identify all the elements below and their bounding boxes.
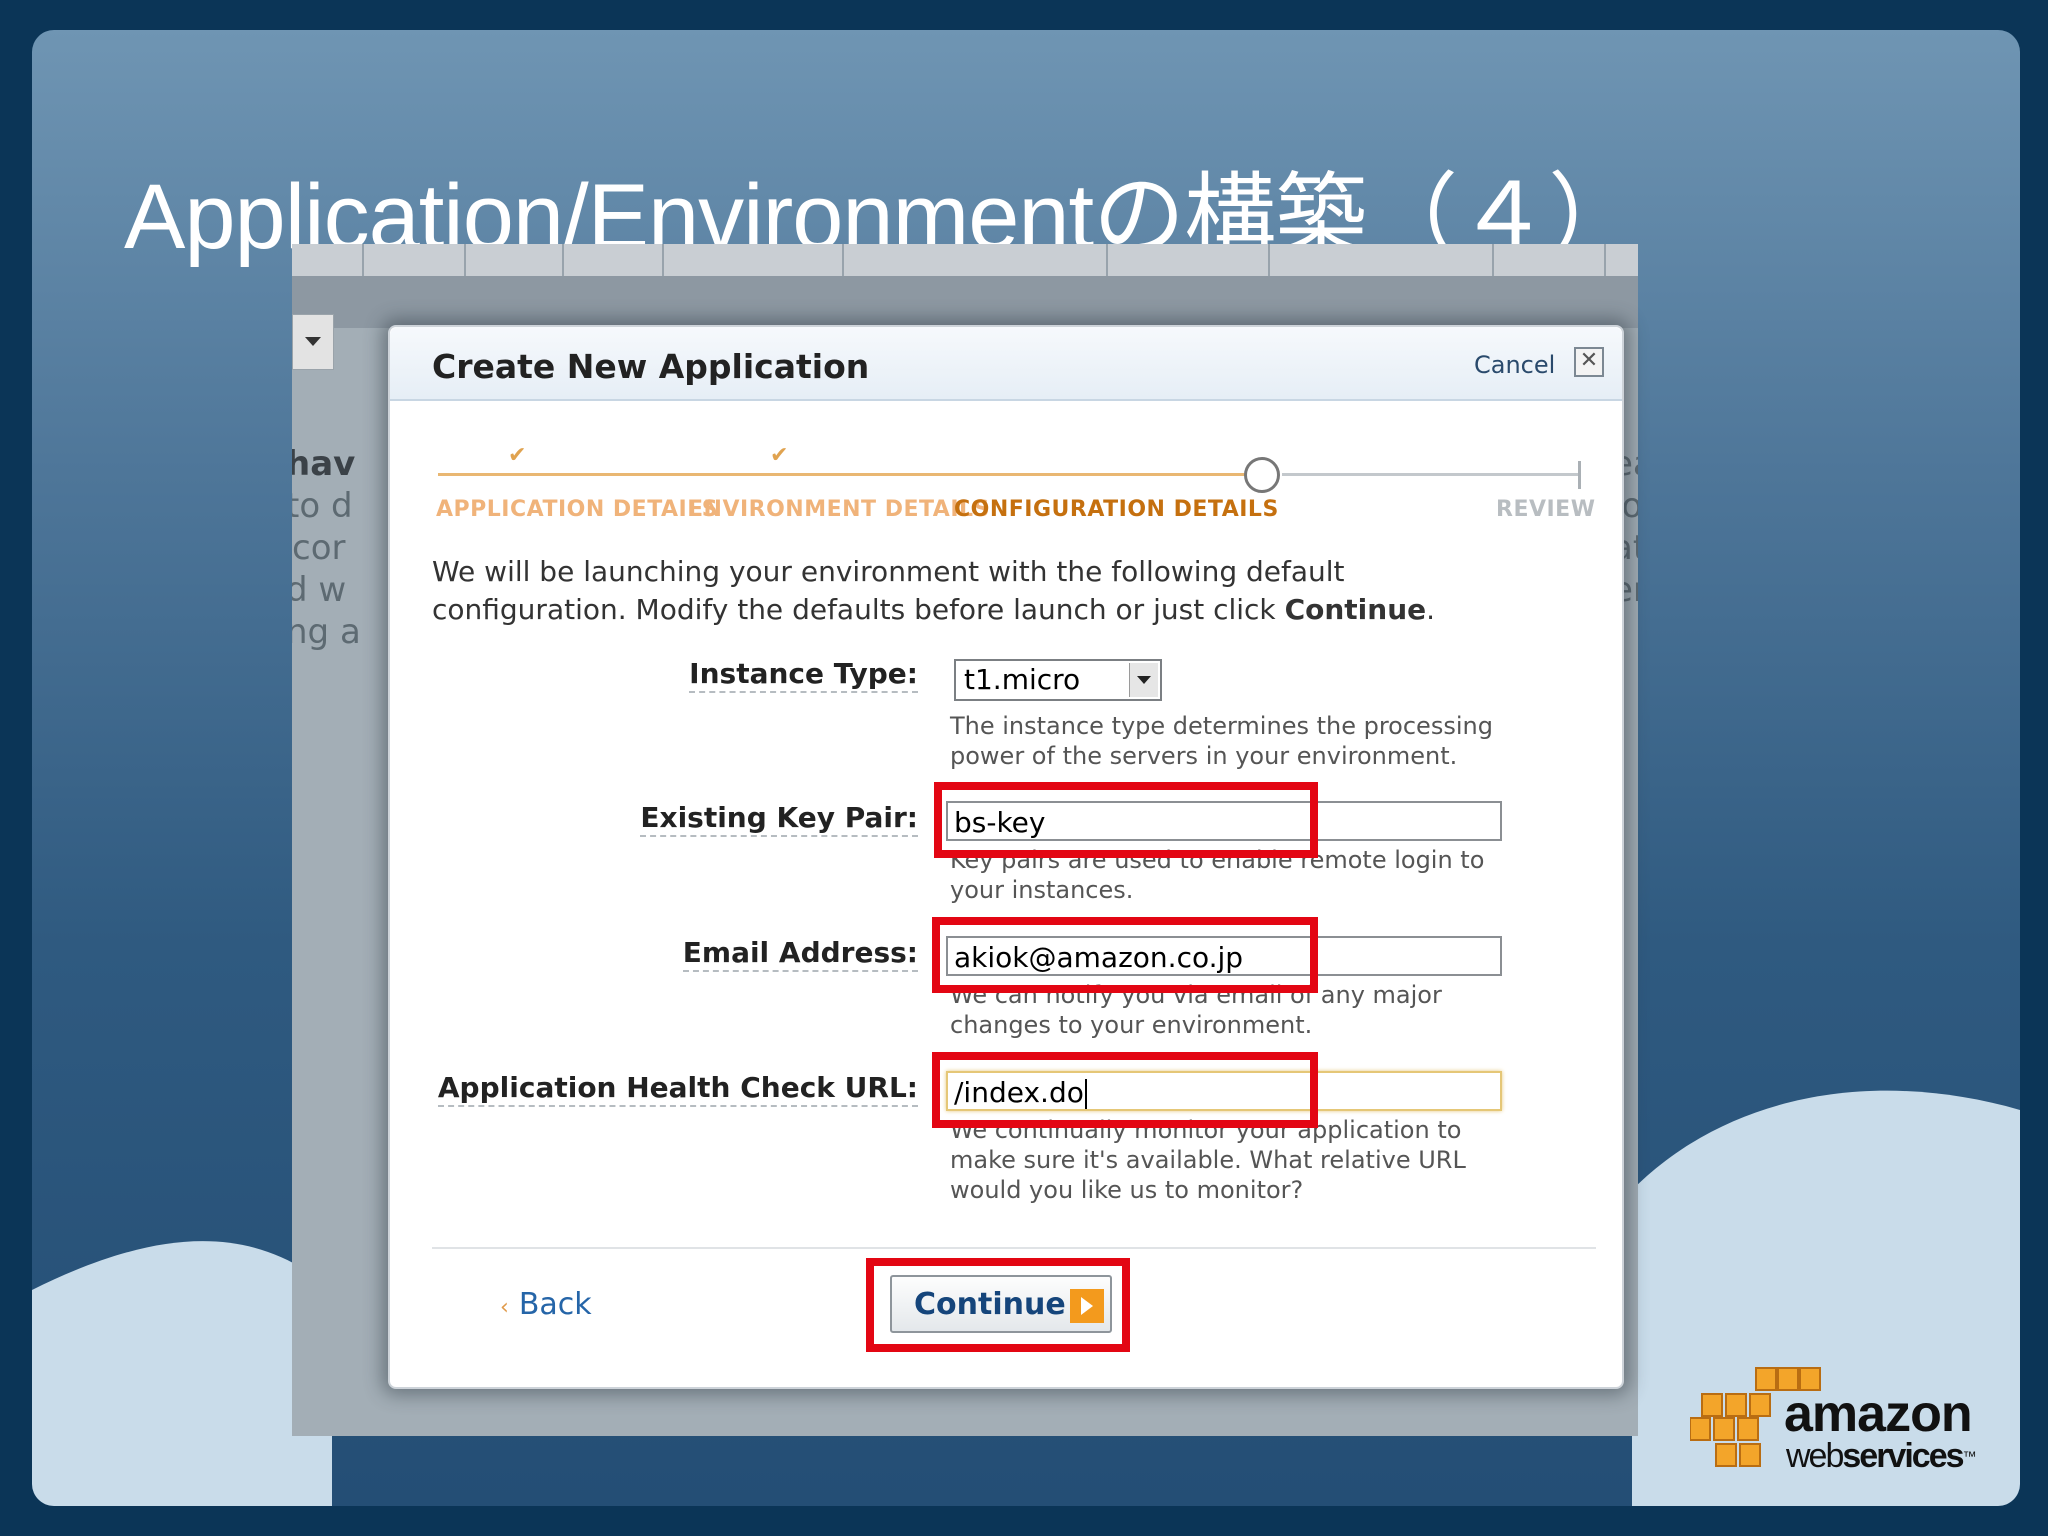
- intro-text: We will be launching your environment wi…: [432, 553, 1582, 629]
- help-line: power of the servers in your environment…: [950, 742, 1458, 770]
- step-application-details: APPLICATION DETAILS: [436, 497, 719, 522]
- intro-period: .: [1426, 593, 1436, 626]
- help-line: make sure it's available. What relative …: [950, 1146, 1466, 1174]
- step-complete-icon: ✔: [770, 443, 789, 468]
- console-tab: [1494, 244, 1606, 276]
- intro-line-2: configuration. Modify the defaults befor…: [432, 593, 1285, 626]
- aws-logo-word: amazon: [1784, 1385, 1973, 1443]
- console-tab: [1270, 244, 1494, 276]
- wizard-progress-done: [438, 473, 1246, 476]
- aws-logo-tm: ™: [1962, 1448, 1977, 1464]
- footer-divider: [432, 1247, 1596, 1249]
- background-text: cor: [292, 528, 346, 568]
- console-tab: [466, 244, 564, 276]
- email-label: Email Address:: [682, 936, 918, 972]
- background-text: ng a: [292, 612, 361, 652]
- background-text: d w: [292, 570, 347, 610]
- back-button[interactable]: ‹ Back: [500, 1287, 592, 1322]
- highlight-key-pair: [934, 782, 1318, 858]
- help-line: The instance type determines the process…: [950, 712, 1493, 740]
- instance-type-label: Instance Type:: [689, 657, 918, 693]
- dialog-header: Create New Application Cancel ✕: [390, 327, 1622, 401]
- background-text: to d: [292, 486, 353, 526]
- instance-type-help: The instance type determines the process…: [950, 711, 1590, 771]
- console-tab-strip: [292, 244, 1638, 277]
- aws-logo-sub: webservices™: [1786, 1437, 1977, 1475]
- console-tab: [1108, 244, 1270, 276]
- step-review: REVIEW: [1496, 497, 1596, 522]
- help-line: your instances.: [950, 876, 1134, 904]
- chevron-down-icon[interactable]: [1129, 663, 1158, 697]
- background-text: hav: [292, 444, 356, 484]
- back-label: Back: [518, 1287, 592, 1322]
- intro-continue-word: Continue: [1284, 593, 1427, 626]
- step-configuration-details: CONFIGURATION DETAILS: [954, 497, 1279, 522]
- current-step-icon: [1244, 457, 1280, 493]
- instance-type-select[interactable]: t1.micro: [954, 659, 1162, 701]
- dialog-title: Create New Application: [432, 347, 870, 386]
- console-tab: [844, 244, 1108, 276]
- chevron-left-icon: ‹: [500, 1295, 509, 1320]
- cancel-link[interactable]: Cancel: [1474, 351, 1555, 379]
- help-line: changes to your environment.: [950, 1011, 1313, 1039]
- console-tab: [564, 244, 664, 276]
- aws-logo-web: web: [1786, 1437, 1844, 1475]
- step-environment-details: ENVIRONMENT DETAILS: [688, 497, 990, 522]
- instance-type-value: t1.micro: [964, 663, 1081, 696]
- console-tab: [292, 244, 364, 276]
- highlight-continue: [866, 1258, 1130, 1352]
- highlight-email: [932, 917, 1318, 993]
- aws-logo-services: services: [1842, 1437, 1964, 1475]
- help-line: would you like us to monitor?: [950, 1176, 1304, 1204]
- close-icon[interactable]: ✕: [1574, 347, 1604, 377]
- wizard-progress-remaining: [1282, 473, 1580, 476]
- health-check-url-help: We continually monitor your application …: [950, 1115, 1590, 1205]
- console-dropdown[interactable]: [292, 314, 334, 370]
- step-complete-icon: ✔: [508, 443, 527, 468]
- console-tab: [664, 244, 844, 276]
- chevron-down-icon: [305, 337, 321, 346]
- key-pair-label: Existing Key Pair:: [640, 801, 918, 837]
- health-check-url-label: Application Health Check URL:: [437, 1071, 918, 1107]
- console-tab: [364, 244, 466, 276]
- highlight-health-url: [932, 1052, 1318, 1128]
- intro-line-1: We will be launching your environment wi…: [432, 555, 1345, 588]
- console-toolbar: [292, 276, 1638, 328]
- wizard-progress-end: [1578, 461, 1581, 489]
